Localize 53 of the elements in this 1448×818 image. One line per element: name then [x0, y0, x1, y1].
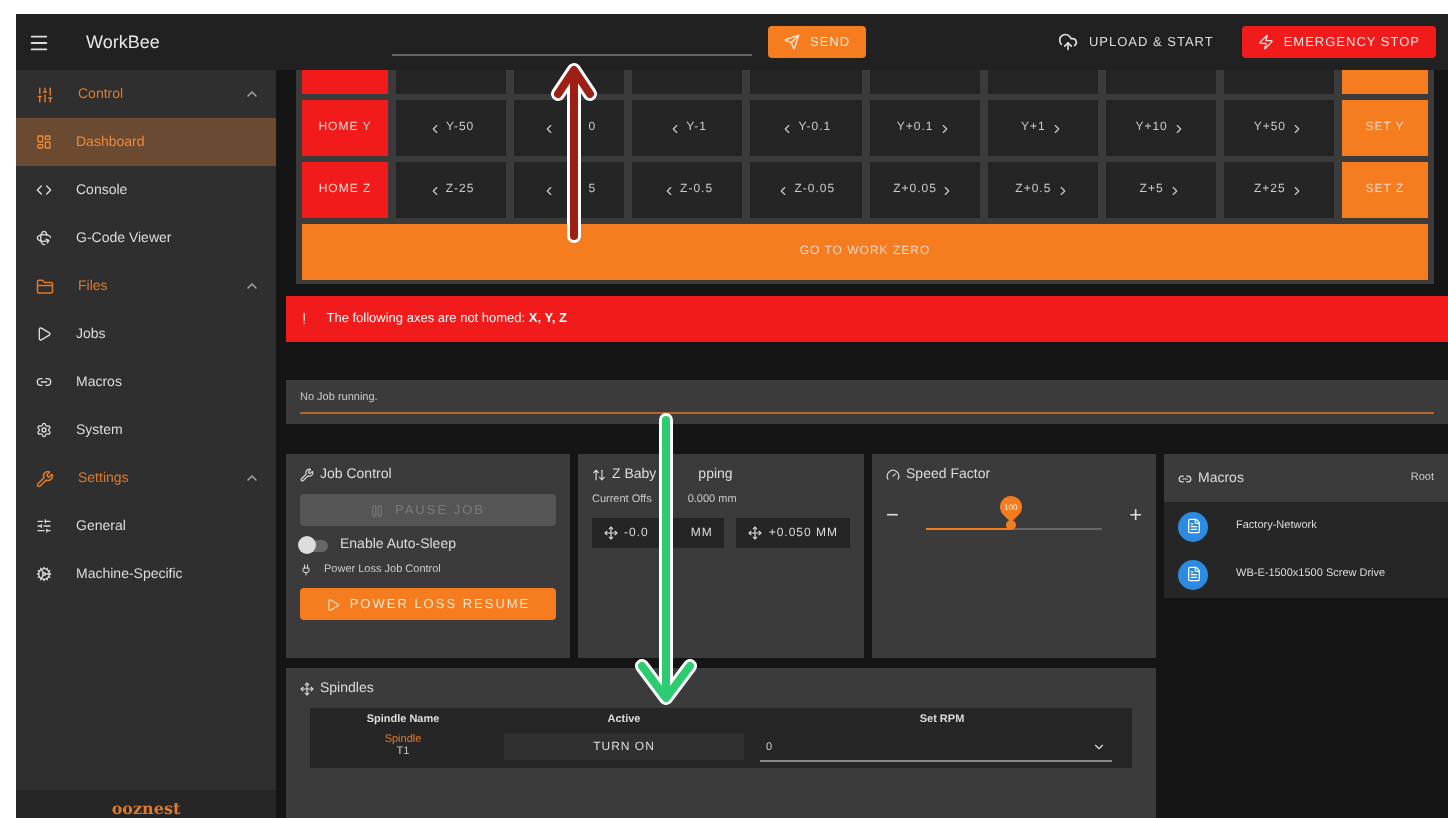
play-icon	[325, 597, 340, 611]
chevron-left-icon	[542, 121, 557, 135]
wrench-icon	[300, 468, 314, 482]
chevron-left-icon	[668, 121, 683, 135]
item-icon	[36, 182, 52, 198]
toggle-switch[interactable]	[300, 539, 328, 551]
chevron-right-icon	[1167, 183, 1182, 197]
chevron-left-icon	[427, 183, 442, 197]
section-icon	[36, 277, 54, 295]
item-icon	[36, 374, 52, 390]
chevron-right-icon	[1049, 121, 1064, 135]
gauge-icon	[886, 468, 901, 482]
move-icon	[603, 526, 618, 540]
chevron-left-icon	[428, 121, 442, 135]
pause-icon	[370, 503, 385, 517]
move-icon	[748, 526, 763, 540]
plug-icon	[300, 564, 312, 576]
cloud-upload-icon	[1058, 32, 1079, 52]
brand-logo: ooznest	[16, 790, 276, 818]
app-title: WorkBee	[86, 32, 162, 52]
move-icon	[300, 682, 314, 696]
item-icon	[36, 566, 52, 582]
menu-icon[interactable]	[28, 31, 50, 53]
chevron-right-icon	[937, 121, 952, 135]
chevron-icon[interactable]	[244, 86, 260, 102]
item-icon	[36, 422, 52, 438]
chevron-right-icon	[1055, 183, 1070, 197]
chevron-left-icon	[662, 183, 677, 197]
dropdown-caret-icon	[1092, 740, 1106, 754]
increase-button[interactable]: +	[1129, 504, 1142, 528]
chevron-right-icon	[1289, 183, 1304, 197]
item-icon	[36, 518, 52, 534]
chevron-right-icon	[1171, 121, 1186, 135]
item-icon	[36, 230, 52, 246]
item-icon	[36, 326, 52, 342]
item-icon	[36, 134, 52, 150]
chevron-left-icon	[776, 183, 791, 197]
chevron-left-icon	[780, 121, 795, 135]
file-icon	[1178, 559, 1208, 589]
section-icon	[36, 469, 54, 487]
chevron-right-icon	[1290, 121, 1305, 135]
decrease-button[interactable]: −	[886, 504, 899, 528]
arrows-icon	[591, 468, 606, 482]
lightning-icon	[1257, 34, 1274, 50]
chevron-right-icon	[940, 183, 955, 197]
chevron-icon[interactable]	[244, 470, 260, 486]
send-icon	[784, 34, 800, 50]
chevron-icon[interactable]	[244, 278, 260, 294]
chevron-left-icon	[542, 183, 557, 197]
section-icon	[36, 85, 54, 103]
file-icon	[1178, 511, 1208, 541]
link-icon	[1178, 471, 1192, 485]
alert-mark: !	[302, 310, 307, 328]
